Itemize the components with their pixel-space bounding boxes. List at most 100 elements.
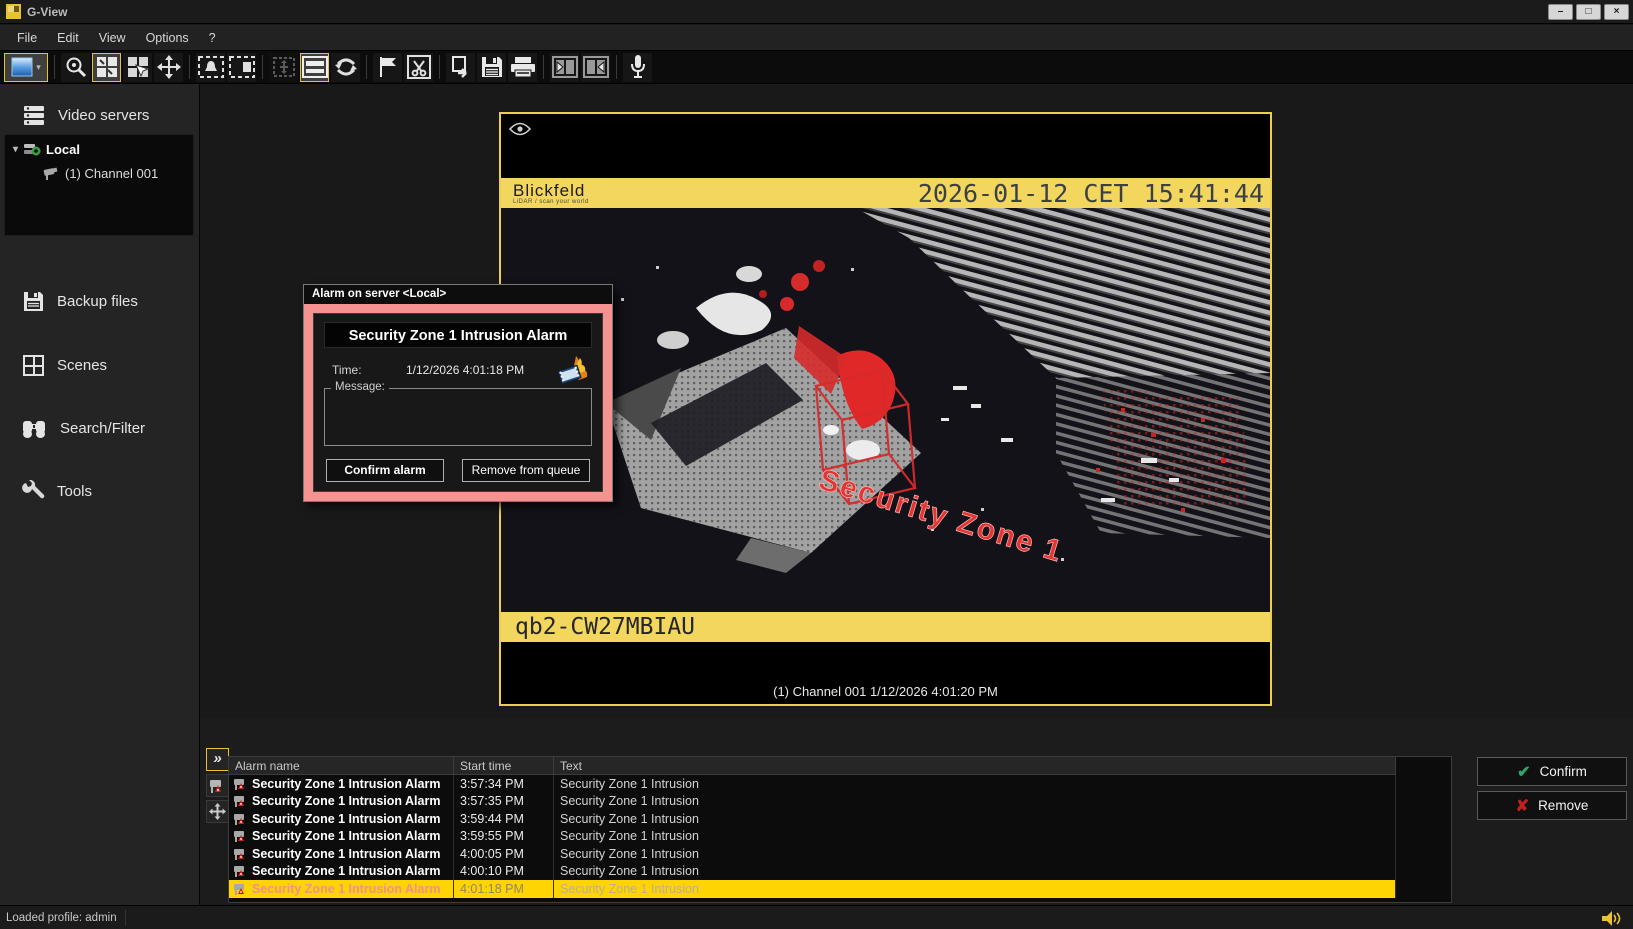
zoom-icon[interactable] [61,53,90,82]
alarm-camera-button[interactable] [206,774,229,797]
sidebar-item-scenes[interactable]: Scenes [22,352,107,378]
menu-item[interactable]: View [90,28,135,48]
pan-icon [209,803,226,820]
table-row[interactable]: Security Zone 1 Intrusion Alarm 4:00:05 … [229,845,1396,863]
brand-logo: Blickfeld LiDAR / scan your world [513,182,589,205]
table-row[interactable]: Security Zone 1 Intrusion Alarm 3:57:34 … [229,775,1396,793]
column-header-start-time[interactable]: Start time [454,757,554,774]
tree-node-label: (1) Channel 001 [65,166,158,181]
speaker-icon[interactable] [1601,910,1623,927]
sidebar-item-tools[interactable]: Tools [22,478,92,504]
video-timestamp: 2026-01-12 CET 15:41:44 [918,179,1264,208]
chevron-down-icon[interactable]: ▾ [13,144,18,155]
alarm-dialog-body: Security Zone 1 Intrusion Alarm Time: 1/… [313,313,603,492]
window-next-icon[interactable] [581,53,610,82]
alarm-camera-icon [209,778,226,794]
tree-node-local[interactable]: ▾ Local [5,139,193,159]
text-cell: Security Zone 1 Intrusion [554,810,1396,828]
alarm-dialog-title[interactable]: Alarm on server <Local> [304,285,612,304]
sidebar-item-video-servers[interactable]: Video servers [22,102,149,128]
app-logo-icon [6,4,21,19]
lidar-pointcloud: Security Zone 1 [501,208,1270,612]
tree-node-channel-001[interactable]: (1) Channel 001 [5,163,193,183]
message-label: Message: [331,381,389,393]
alarm-dialog: Alarm on server <Local> Security Zone 1 … [303,284,613,502]
remove-from-queue-button[interactable]: Remove from queue [462,459,590,482]
grid-navigate-icon[interactable] [92,53,121,82]
flip-icon[interactable] [331,53,360,82]
selection-icon[interactable] [227,53,256,82]
video-servers-icon [22,104,46,126]
start-time-cell: 4:01:18 PM [454,880,554,898]
table-row[interactable]: Security Zone 1 Intrusion Alarm 3:59:55 … [229,828,1396,846]
tree-node-label: Local [46,142,80,157]
time-label: Time: [332,363,362,377]
column-header-alarm-name[interactable]: Alarm name [229,757,454,774]
table-row[interactable]: Security Zone 1 Intrusion Alarm 4:01:18 … [229,880,1396,898]
grid-cursor-icon[interactable] [123,53,152,82]
table-row[interactable]: Security Zone 1 Intrusion Alarm 3:57:35 … [229,793,1396,811]
start-time-cell: 3:59:44 PM [454,810,554,828]
cross-icon: ✘ [1516,796,1529,816]
video-bottom-band: (1) Channel 001 1/12/2026 4:01:20 PM [501,642,1270,704]
alarm-camera-icon [233,829,248,843]
alarm-table: Alarm name Start time Text Security Zone… [228,756,1452,903]
status-text: Loaded profile: admin [0,912,117,924]
table-row[interactable]: Security Zone 1 Intrusion Alarm 4:00:10 … [229,863,1396,881]
minimize-button[interactable]: – [1548,4,1573,20]
alarm-table-header: Alarm name Start time Text [229,757,1396,775]
microphone-icon[interactable] [623,53,652,82]
flag-icon[interactable] [373,53,402,82]
close-button[interactable]: × [1604,4,1629,20]
pan-panel-button[interactable] [206,800,229,823]
maximize-button[interactable]: □ [1576,4,1601,20]
pan-window-icon[interactable] [269,53,298,82]
menu-item[interactable]: ? [200,28,225,48]
start-time-cell: 3:59:55 PM [454,828,554,846]
split-horizontal-icon[interactable] [300,53,329,82]
sidebar-item-label: Scenes [57,357,107,374]
sidebar-item-search-filter[interactable]: Search/Filter [22,415,145,441]
save-icon[interactable] [477,53,506,82]
menubar: FileEditViewOptions? [0,25,1633,50]
autoscroll-toggle-button[interactable]: » [206,748,229,771]
alarm-table-rows: Security Zone 1 Intrusion Alarm 3:57:34 … [229,775,1451,898]
text-cell: Security Zone 1 Intrusion [554,863,1396,881]
snapshot-icon[interactable] [404,53,433,82]
export-icon[interactable] [446,53,475,82]
video-tile[interactable]: Blickfeld LiDAR / scan your world 2026-0… [499,112,1272,706]
column-header-text[interactable]: Text [554,757,1396,774]
alarm-camera-icon [233,882,248,896]
start-time-cell: 4:00:05 PM [454,845,554,863]
brand-tagline: LiDAR / scan your world [513,199,589,205]
menu-item[interactable]: Edit [48,28,88,48]
start-time-cell: 4:00:10 PM [454,863,554,881]
tools-icon [22,480,45,503]
table-row[interactable]: Security Zone 1 Intrusion Alarm 3:59:44 … [229,810,1396,828]
statusbar: Loaded profile: admin [0,905,1633,929]
text-cell: Security Zone 1 Intrusion [554,880,1396,898]
alarm-name-cell: Security Zone 1 Intrusion Alarm [252,794,440,808]
menu-item[interactable]: Options [137,28,198,48]
sidebar-item-label: Backup files [57,293,138,310]
time-value: 1/12/2026 4:01:18 PM [406,363,524,377]
device-label: qb2-CW27MBIAU [515,614,695,640]
sidebar-item-backup-files[interactable]: Backup files [22,288,138,314]
confirm-alarm-button[interactable]: Confirm alarm [326,459,444,482]
confirm-button-label: Confirm [1540,764,1587,779]
search-filter-icon [22,417,48,439]
alarm-name-cell: Security Zone 1 Intrusion Alarm [252,864,440,878]
sidebar-item-label: Tools [57,483,92,500]
chevron-down-icon: ▾ [36,62,41,73]
window-prev-icon[interactable] [550,53,579,82]
message-groupbox: Message: [324,388,592,446]
alarm-name-cell: Security Zone 1 Intrusion Alarm [252,882,440,896]
layout-select-button[interactable]: ▾ [4,53,48,82]
menu-item[interactable]: File [8,28,46,48]
print-icon[interactable] [508,53,537,82]
alarm-video-icon[interactable] [556,354,590,386]
remove-button[interactable]: ✘ Remove [1477,791,1627,820]
pan-icon[interactable] [154,53,183,82]
alarm-selection-icon[interactable] [196,53,225,82]
confirm-button[interactable]: ✔ Confirm [1477,757,1627,786]
